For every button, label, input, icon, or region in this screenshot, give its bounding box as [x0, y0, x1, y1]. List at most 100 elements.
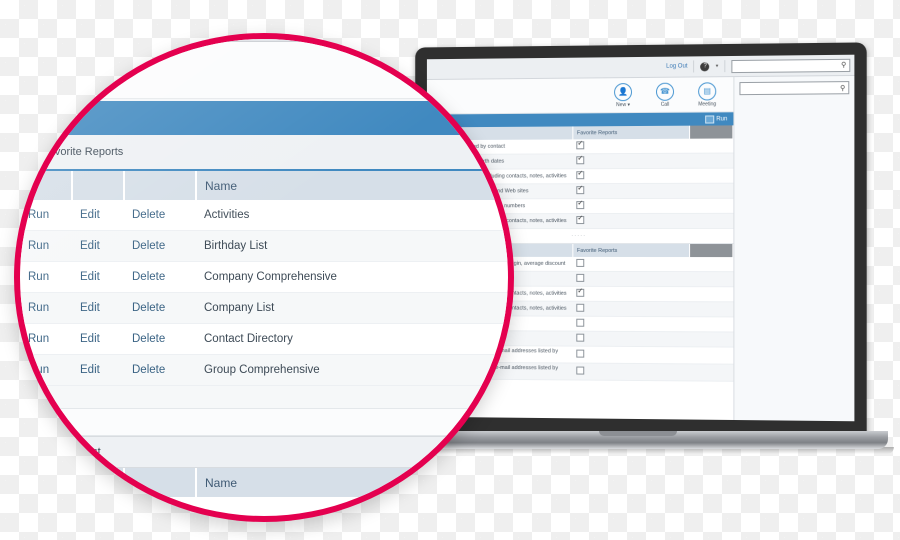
panel-search-input[interactable]: ⚲: [739, 81, 850, 96]
cell-favorite[interactable]: [572, 331, 690, 347]
col-blank-2: [72, 171, 125, 200]
magnified-table-header-row: Name Exte: [20, 171, 508, 200]
cell-action: Edit: [72, 200, 124, 231]
favorite-checkbox[interactable]: [576, 216, 585, 225]
delete-link[interactable]: Delete: [132, 302, 165, 314]
cell-action: Delete: [124, 200, 196, 231]
table-row[interactable]: RunEditDeleteCompany Comprehensive.rep2: [20, 261, 508, 293]
new-button-label: New ▾: [616, 101, 630, 108]
col-name-2[interactable]: Name: [196, 468, 508, 497]
menu-item-schedule[interactable]: edule: [20, 33, 48, 34]
table-row[interactable]: RunEditDeleteActivities.rep2: [20, 200, 508, 231]
favorite-checkbox[interactable]: [576, 201, 585, 210]
cell-favorite[interactable]: [572, 138, 690, 154]
cell-action: Delete: [124, 323, 196, 355]
cell-favorite[interactable]: [572, 198, 690, 214]
call-button[interactable]: ☎ Call: [651, 82, 679, 107]
phone-icon: ☎: [655, 82, 675, 101]
run-link[interactable]: Run: [28, 209, 49, 221]
edit-link[interactable]: Edit: [80, 240, 100, 252]
run-link[interactable]: Run: [28, 240, 49, 252]
cell-action: Delete: [124, 230, 196, 262]
magnified-row-spacer-2: [20, 409, 508, 436]
column-resize-grip-2[interactable]: [689, 244, 733, 258]
favorite-checkbox[interactable]: [576, 303, 585, 312]
cell-favorite[interactable]: [572, 213, 690, 229]
favorite-reports-section-header: Favorite Reports: [20, 135, 508, 171]
cell-favorite[interactable]: [572, 346, 690, 364]
magnifier-circle: edule Write Reports Tools Emarketin Repo…: [14, 33, 514, 522]
column-resize-grip[interactable]: [689, 125, 733, 139]
search-icon-panel: ⚲: [839, 84, 846, 92]
chevron-down-icon[interactable]: ▾: [716, 63, 719, 69]
cell-favorite[interactable]: [572, 271, 690, 287]
run-button[interactable]: Run: [705, 114, 727, 124]
menu-item-tools[interactable]: Tools: [205, 33, 232, 34]
cell-spacer: [689, 331, 733, 348]
favorite-checkbox[interactable]: [576, 258, 585, 267]
delete-link[interactable]: Delete: [132, 333, 165, 345]
cell-action: Run: [20, 354, 72, 386]
cell-favorite[interactable]: [572, 256, 690, 272]
meeting-button[interactable]: ▤ Meeting: [693, 81, 721, 108]
table-row[interactable]: Run Edit Delete Group Comprehensive: [20, 354, 508, 386]
cell-action: Run: [20, 323, 72, 355]
col-name[interactable]: Name: [196, 171, 508, 200]
edit-link[interactable]: Edit: [80, 302, 100, 314]
delete-link[interactable]: Delete: [132, 364, 165, 376]
edit-link[interactable]: Edit: [80, 271, 100, 283]
menu-item-write[interactable]: Write: [78, 33, 105, 34]
new-button[interactable]: 👤 New ▾: [609, 82, 637, 108]
edit-link[interactable]: Edit: [80, 333, 100, 345]
favorite-checkbox[interactable]: [576, 141, 585, 150]
global-search-input[interactable]: ⚲: [731, 58, 851, 73]
magnified-table-body: RunEditDeleteActivities.rep2RunEditDelet…: [20, 200, 508, 386]
edit-link[interactable]: Edit: [80, 364, 100, 376]
cell-favorite[interactable]: [572, 286, 690, 302]
favorite-checkbox[interactable]: [576, 318, 585, 327]
delete-link[interactable]: Delete: [132, 209, 165, 221]
meeting-button-label: Meeting: [698, 100, 717, 108]
cell-spacer: [689, 183, 733, 199]
run-link[interactable]: Run: [28, 271, 49, 283]
delete-link[interactable]: Delete: [132, 271, 165, 283]
col-favorite-reports-2[interactable]: Favorite Reports: [572, 243, 690, 258]
cell-favorite[interactable]: [572, 153, 690, 169]
delete-link[interactable]: Delete: [132, 240, 165, 252]
run-link[interactable]: Run: [28, 333, 49, 345]
cell-action: Delete: [124, 261, 196, 293]
reports-list-section-header: Reports List: [20, 436, 508, 468]
favorite-checkbox[interactable]: [576, 156, 585, 165]
cell-action: Edit: [72, 323, 124, 355]
table-row[interactable]: RunEditDeleteContact Directory.rep: [20, 323, 508, 355]
reports-list-label: Reports List: [42, 446, 101, 458]
cell-favorite[interactable]: [572, 168, 690, 184]
favorite-checkbox[interactable]: [576, 366, 585, 375]
cell-action: Edit: [72, 354, 124, 386]
col-favorite-reports[interactable]: Favorite Reports: [572, 125, 690, 140]
cell-spacer: [689, 213, 733, 229]
edit-link[interactable]: Edit: [80, 209, 100, 221]
cell-name: Company Comprehensive: [196, 261, 508, 293]
run-link[interactable]: Run: [28, 364, 49, 376]
cell-favorite[interactable]: [572, 301, 690, 317]
cell-favorite[interactable]: [572, 316, 690, 332]
cell-favorite[interactable]: [572, 183, 690, 199]
menu-item-emarketing[interactable]: Emarketin: [262, 33, 314, 34]
help-icon[interactable]: ?: [700, 61, 710, 71]
run-link[interactable]: Run: [28, 302, 49, 314]
table-row[interactable]: RunEditDeleteBirthday List.rep2: [20, 230, 508, 262]
favorite-checkbox[interactable]: [576, 349, 585, 358]
magnified-menubar: edule Write Reports Tools Emarketin: [20, 33, 508, 42]
cell-favorite[interactable]: [572, 363, 690, 381]
favorite-checkbox[interactable]: [576, 333, 585, 342]
logout-link[interactable]: Log Out: [666, 63, 687, 69]
menu-item-reports[interactable]: Reports: [135, 33, 175, 34]
favorite-checkbox[interactable]: [576, 186, 585, 195]
favorite-checkbox[interactable]: [576, 288, 585, 297]
table-row[interactable]: RunEditDeleteCompany List.rep2: [20, 292, 508, 324]
cell-name: Activities: [196, 200, 508, 231]
favorite-checkbox[interactable]: [576, 273, 585, 282]
col-blank-1: [20, 171, 73, 200]
favorite-checkbox[interactable]: [576, 171, 585, 180]
